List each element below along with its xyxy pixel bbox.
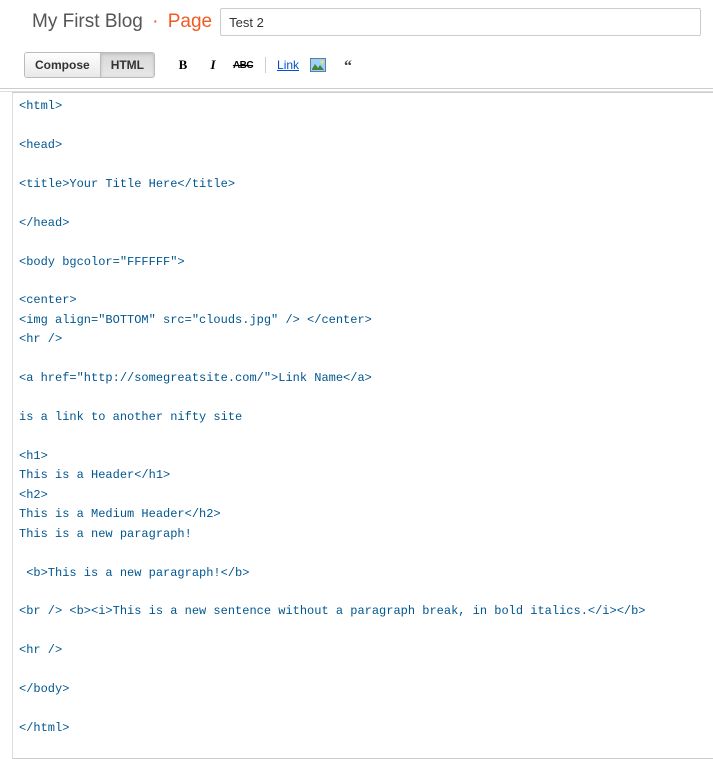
strikethrough-button[interactable]: ABC (233, 56, 253, 74)
toolbar-separator (265, 57, 266, 73)
compose-mode-button[interactable]: Compose (25, 53, 101, 77)
image-button[interactable] (308, 56, 328, 74)
mode-toggle-group: Compose HTML (24, 52, 155, 78)
breadcrumb: My First Blog · Page (32, 11, 212, 33)
link-button[interactable]: Link (278, 56, 298, 74)
editor-toolbar: Compose HTML B I ABC Link “ (0, 46, 713, 89)
page-label: Page (168, 11, 212, 32)
image-icon (310, 58, 326, 72)
breadcrumb-separator: · (152, 11, 158, 32)
post-title-input[interactable] (220, 8, 701, 36)
italic-button[interactable]: I (203, 56, 223, 74)
html-source-editor[interactable]: <html> <head> <title>Your Title Here</ti… (12, 92, 713, 759)
blog-name: My First Blog (32, 11, 143, 32)
bold-button[interactable]: B (173, 56, 193, 74)
html-mode-button[interactable]: HTML (101, 53, 154, 77)
blockquote-button[interactable]: “ (338, 56, 358, 74)
